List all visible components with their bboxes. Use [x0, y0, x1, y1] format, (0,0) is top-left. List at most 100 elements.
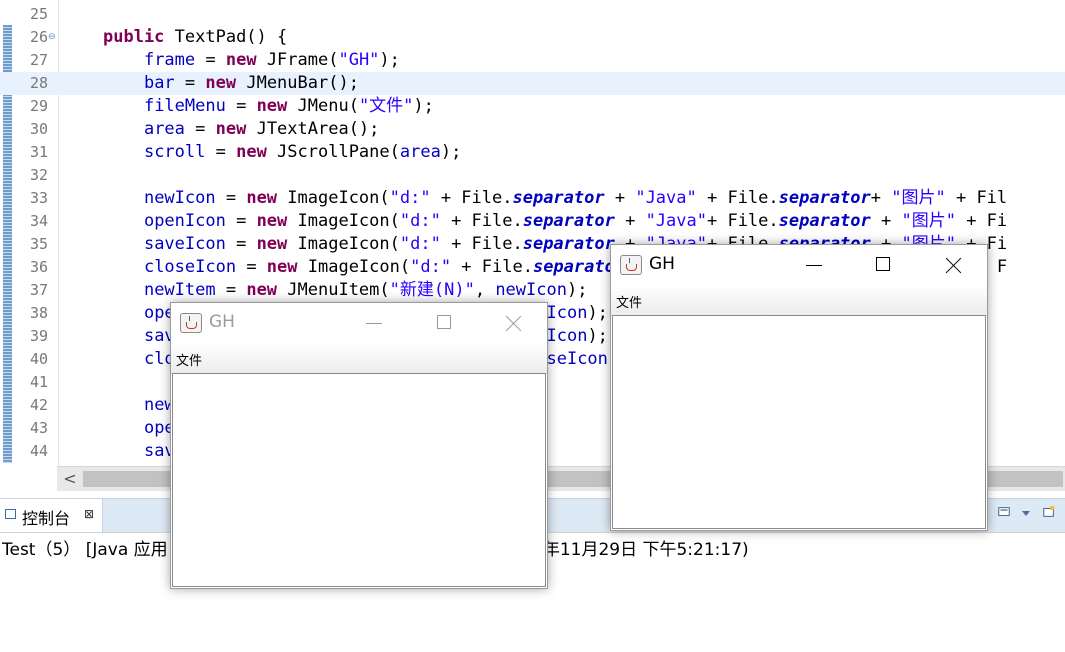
code-token: + File. — [430, 188, 513, 208]
code-token: ); — [413, 96, 434, 116]
code-token: scroll — [143, 142, 206, 162]
code-token: JMenuBar(); — [236, 73, 359, 93]
line-number: 37 — [29, 281, 48, 299]
code-line[interactable]: 28 bar = new JMenuBar(); — [0, 72, 1065, 95]
code-line[interactable]: 32 — [0, 164, 1065, 187]
code-token: new — [246, 280, 278, 300]
code-token: new — [256, 96, 288, 116]
line-number: 29 — [29, 97, 48, 115]
maximize-button[interactable] — [868, 251, 898, 279]
code-token: "d:" — [410, 257, 452, 277]
code-token: saveIcon — [143, 234, 226, 254]
text-area[interactable] — [612, 315, 986, 529]
close-button[interactable] — [938, 251, 968, 279]
window-title-bar[interactable]: GH — [171, 303, 547, 343]
scroll-left-arrow-icon[interactable]: < — [57, 467, 83, 491]
close-icon[interactable]: ⊠ — [84, 507, 94, 521]
line-number: 43 — [29, 419, 48, 437]
code-token: openIcon — [143, 211, 226, 231]
code-token: "d:" — [389, 188, 431, 208]
code-line[interactable]: 33 newIcon = new ImageIcon("d:" + File.s… — [0, 187, 1065, 210]
line-number: 34 — [29, 212, 48, 230]
code-token: JFrame( — [256, 50, 339, 70]
code-token: area — [143, 119, 185, 139]
code-token: + Fil — [945, 188, 1008, 208]
code-token: frame — [143, 50, 196, 70]
code-text: newItem = new JMenuItem("新建(N)", newIcon… — [103, 279, 588, 302]
code-token: = — [184, 119, 216, 139]
code-line[interactable]: 25 — [0, 3, 1065, 26]
minimize-button[interactable] — [799, 251, 829, 279]
code-line[interactable]: 27 frame = new JFrame("GH"); — [0, 49, 1065, 72]
code-token: + File. — [706, 211, 779, 231]
line-number: 40 — [29, 350, 48, 368]
code-token: ); — [379, 50, 400, 70]
code-token: bar — [143, 73, 175, 93]
jframe-window-active[interactable]: GH 文件 — [610, 244, 988, 531]
code-line[interactable]: 30 area = new JTextArea(); — [0, 118, 1065, 141]
window-title-bar[interactable]: GH — [611, 245, 987, 285]
text-area[interactable] — [172, 373, 546, 587]
code-line[interactable]: 34 openIcon = new ImageIcon("d:" + File.… — [0, 210, 1065, 233]
minimize-icon — [366, 323, 382, 324]
code-token: = — [236, 257, 267, 277]
code-token: ); — [566, 280, 588, 300]
maximize-button[interactable] — [429, 309, 459, 337]
code-line[interactable]: 26 ⊖ public TextPad() { — [0, 26, 1065, 49]
jframe-window-inactive[interactable]: GH 文件 — [170, 302, 548, 589]
code-token: ImageIcon( — [287, 234, 400, 254]
open-console-icon[interactable] — [1042, 505, 1056, 519]
line-number: 39 — [29, 327, 48, 345]
close-button[interactable] — [498, 309, 528, 337]
chevron-down-icon[interactable] — [1019, 506, 1033, 520]
tab-console[interactable]: 控制台 ⊠ — [0, 499, 103, 533]
minimize-icon — [806, 265, 822, 266]
code-token: = — [225, 211, 257, 231]
code-token: "Java" — [645, 211, 707, 231]
code-text: frame = new JFrame("GH"); — [103, 49, 400, 72]
java-coffee-icon — [180, 313, 202, 333]
code-token: public — [103, 27, 165, 47]
code-token: + — [604, 188, 636, 208]
line-number: 25 — [29, 5, 48, 23]
code-token: + — [614, 211, 646, 231]
code-token: new — [205, 73, 237, 93]
code-token: separator — [522, 234, 615, 254]
code-token: "图片" — [891, 188, 946, 208]
code-token: ); — [587, 326, 608, 346]
code-line[interactable]: 29 fileMenu = new JMenu("文件"); — [0, 95, 1065, 118]
code-token: newIcon — [495, 280, 567, 300]
line-number: 35 — [29, 235, 48, 253]
minimize-button[interactable] — [359, 309, 389, 337]
menu-file[interactable]: 文件 — [176, 350, 202, 369]
code-token: ImageIcon( — [277, 188, 390, 208]
code-token: "新建(N)" — [389, 280, 475, 300]
code-token: new — [225, 50, 257, 70]
menu-file[interactable]: 文件 — [616, 292, 642, 311]
code-token: = — [195, 50, 226, 70]
code-line[interactable]: 31 scroll = new JScrollPane(area); — [0, 141, 1065, 164]
code-token: separator — [778, 211, 871, 231]
code-token: = — [215, 280, 247, 300]
code-token: = — [215, 188, 247, 208]
fold-toggle-icon[interactable]: ⊖ — [48, 26, 56, 49]
line-number: 26 — [29, 28, 48, 46]
code-token: ImageIcon( — [287, 211, 400, 231]
line-number: 28 — [29, 74, 48, 92]
code-token: separator — [512, 188, 605, 208]
line-number: 41 — [29, 373, 48, 391]
line-number: 33 — [29, 189, 48, 207]
code-token: fileMenu — [143, 96, 226, 116]
console-header-text: Test（5） [Java 应用 — [2, 540, 168, 560]
menu-bar: 文件 — [611, 285, 987, 316]
console-tab-label: 控制台 — [22, 509, 71, 528]
display-console-icon[interactable] — [997, 505, 1011, 519]
